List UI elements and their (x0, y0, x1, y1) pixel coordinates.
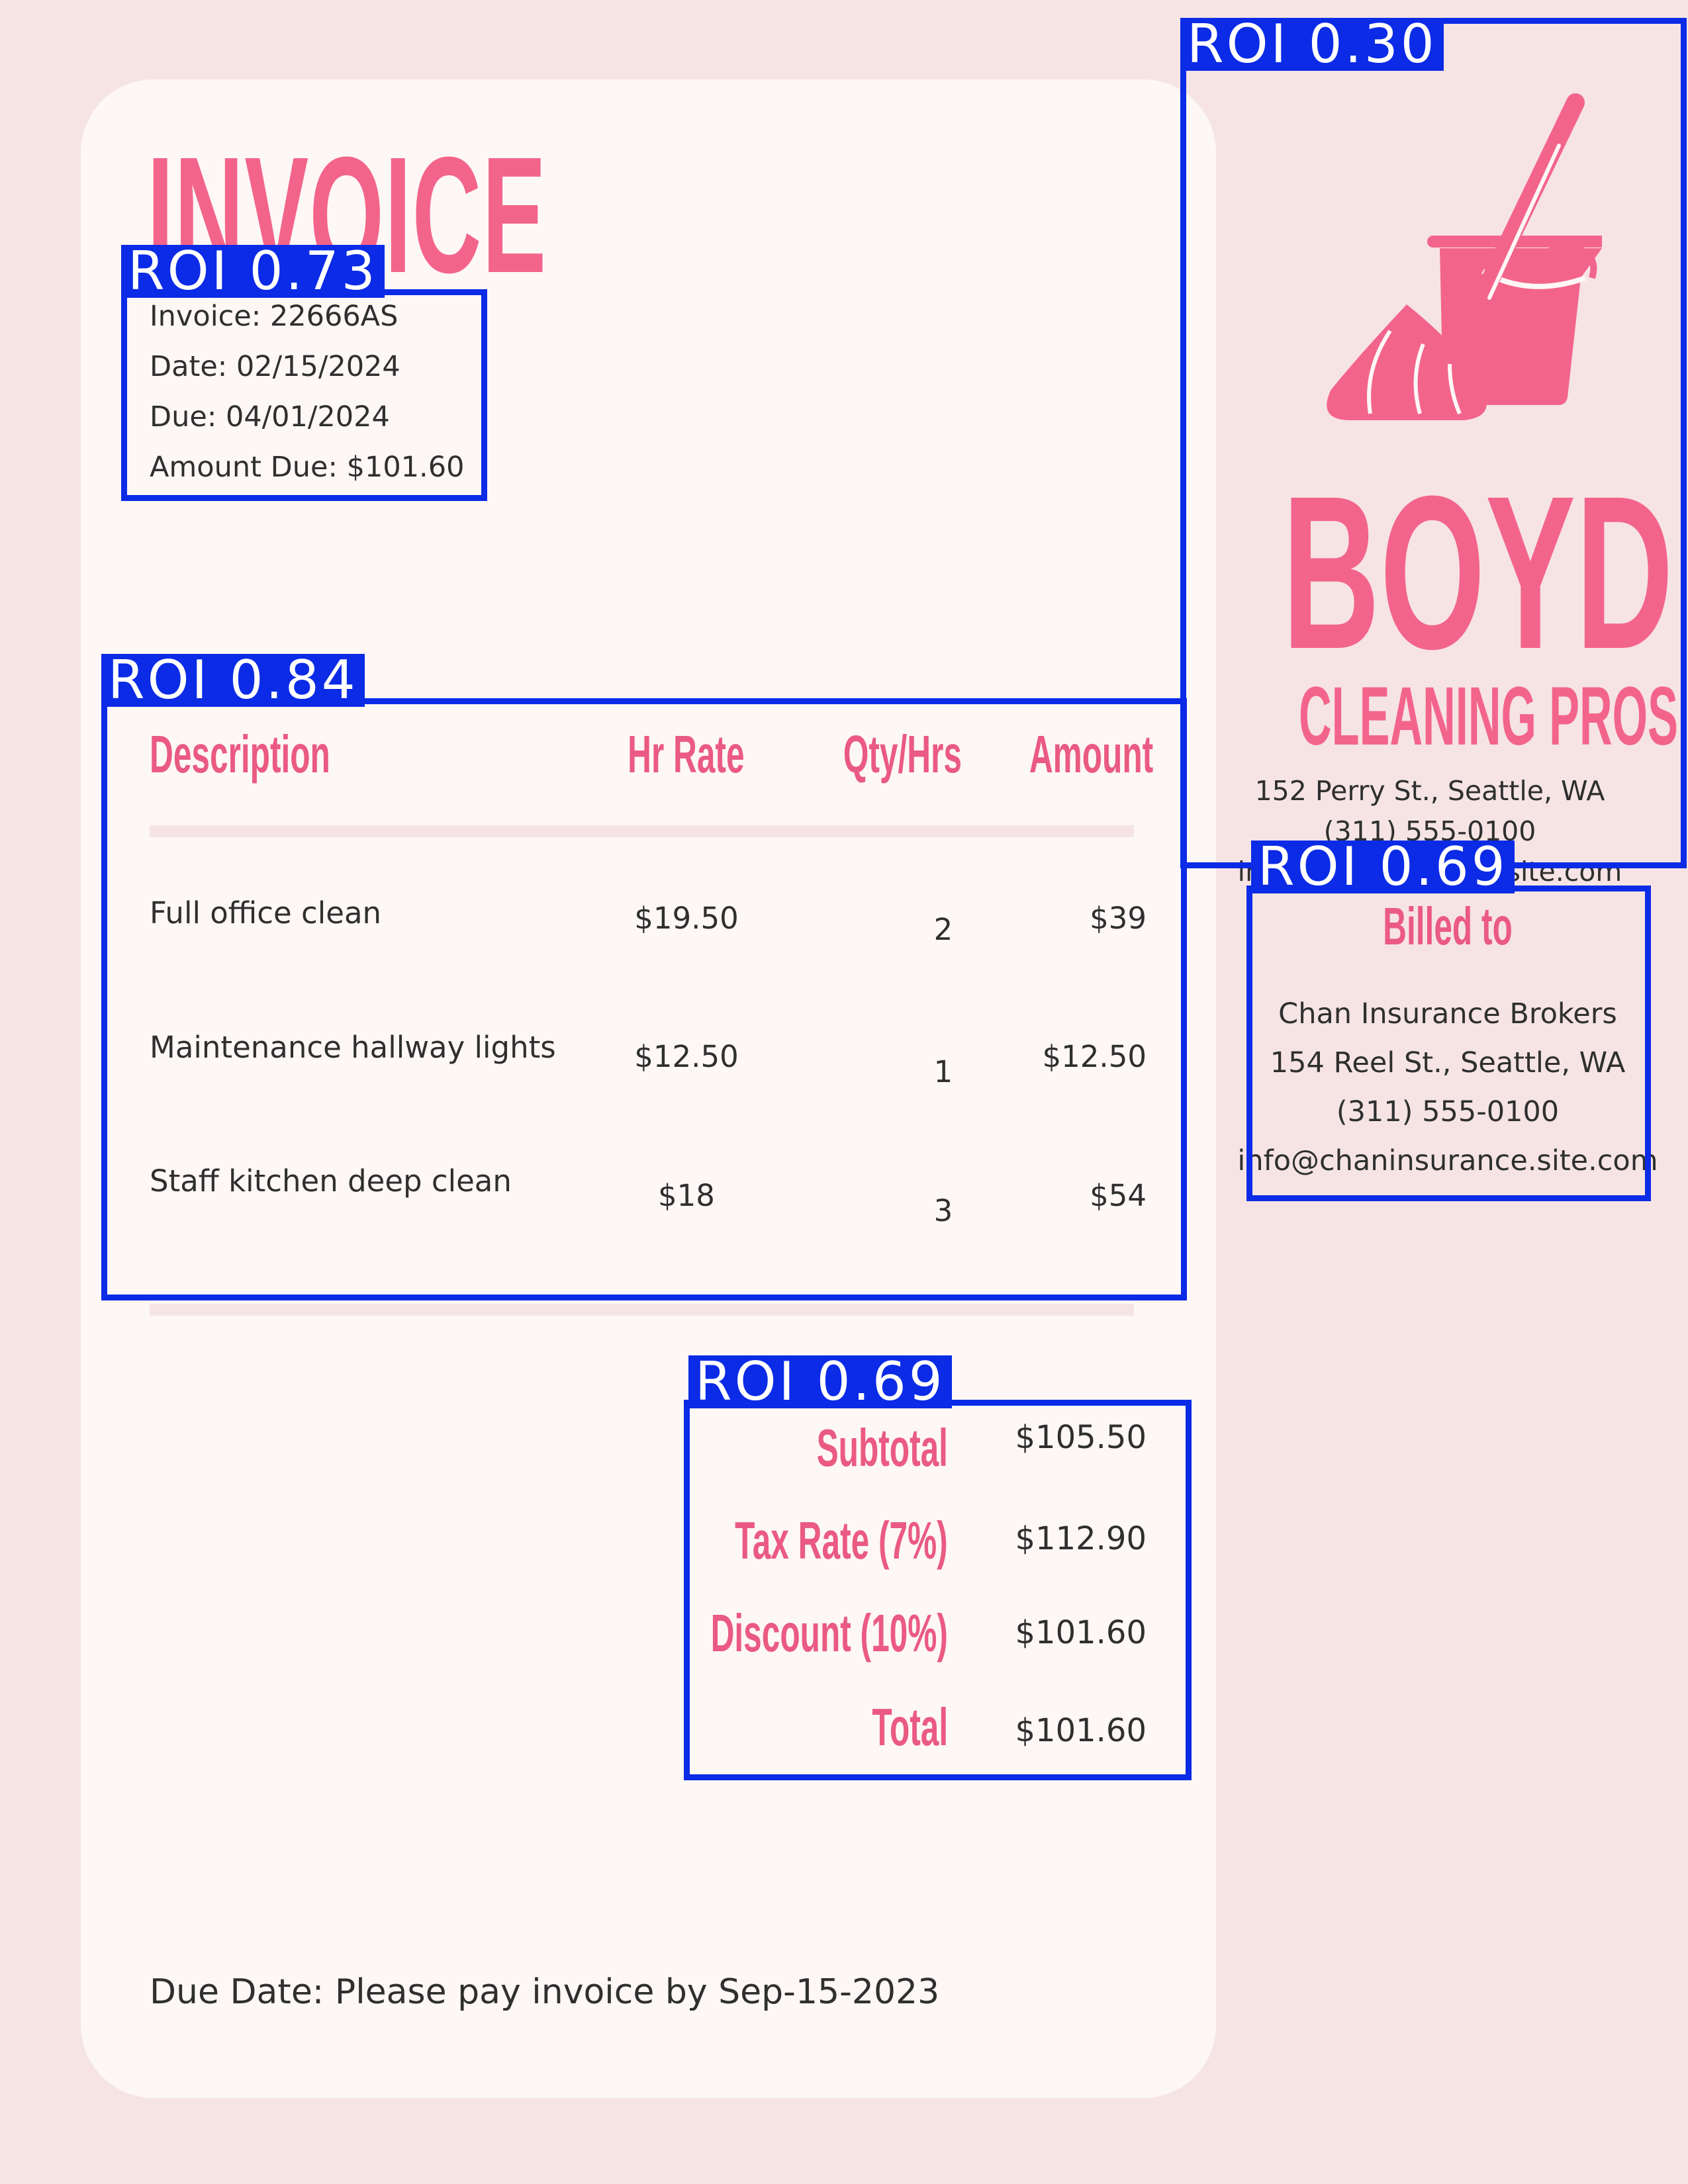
roi-label-invoice-meta: ROI 0.73 (121, 245, 385, 298)
roi-label-totals: ROI 0.69 (688, 1355, 952, 1408)
table-bottom-divider (150, 1304, 1134, 1316)
roi-box-invoice-meta (121, 289, 487, 501)
roi-box-totals (684, 1400, 1192, 1780)
payment-note: Due Date: Please pay invoice by Sep-15-2… (150, 1972, 940, 2012)
roi-box-items-table (101, 698, 1187, 1300)
roi-box-logo (1180, 18, 1687, 868)
roi-label-billed-to: ROI 0.69 (1251, 841, 1515, 893)
roi-label-items-table: ROI 0.84 (101, 654, 365, 707)
roi-label-logo: ROI 0.30 (1180, 18, 1444, 71)
roi-box-billed-to (1246, 886, 1651, 1201)
